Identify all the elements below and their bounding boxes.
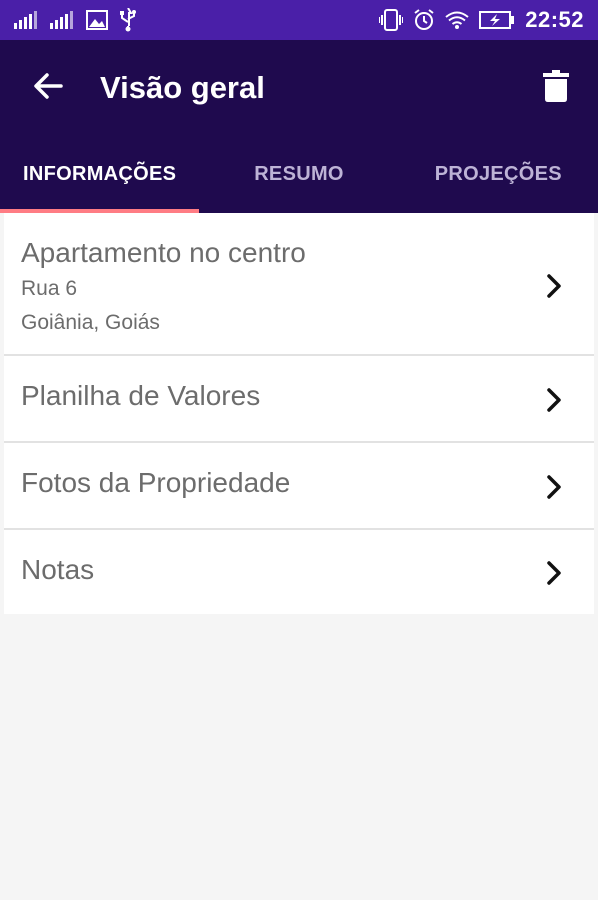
wifi-icon	[445, 11, 469, 29]
chevron-right-icon	[544, 560, 566, 586]
delete-button[interactable]	[536, 66, 576, 110]
status-left	[14, 8, 138, 32]
planilha-title: Planilha de Valores	[21, 380, 261, 411]
tab-projecoes[interactable]: PROJEÇÕES	[399, 135, 598, 213]
chevron-right-icon	[544, 387, 566, 413]
chevron-right-icon	[544, 273, 566, 299]
back-button[interactable]	[28, 68, 68, 108]
signal-icon	[50, 11, 76, 29]
image-icon	[86, 10, 108, 30]
battery-charging-icon	[479, 11, 515, 29]
page-title: Visão geral	[100, 70, 265, 105]
status-bar: 22:52	[0, 0, 598, 40]
list-item-fotos[interactable]: Fotos da Propriedade	[4, 443, 594, 530]
property-city: Goiânia, Goiás	[21, 311, 160, 334]
status-time: 22:52	[525, 7, 584, 32]
status-right: 22:52	[379, 7, 584, 33]
tab-informacoes[interactable]: INFORMAÇÕES	[0, 135, 200, 213]
app-bar: Visão geral	[0, 40, 598, 135]
chevron-right-icon	[544, 474, 566, 500]
notas-title: Notas	[21, 554, 95, 585]
arrow-back-icon	[33, 72, 63, 105]
alarm-icon	[413, 9, 435, 31]
list-item-property[interactable]: Apartamento no centro Rua 6 Goiânia, Goi…	[4, 213, 594, 356]
list-item-planilha[interactable]: Planilha de Valores	[4, 356, 594, 443]
property-street: Rua 6	[21, 277, 78, 300]
tab-bar: INFORMAÇÕES RESUMO PROJEÇÕES	[0, 135, 598, 213]
fotos-title: Fotos da Propriedade	[21, 467, 291, 498]
usb-icon	[118, 8, 138, 32]
property-title: Apartamento no centro	[21, 237, 306, 268]
tab-resumo[interactable]: RESUMO	[199, 135, 398, 213]
vibrate-icon	[379, 9, 404, 31]
trash-icon	[543, 69, 569, 107]
list-item-notas[interactable]: Notas	[4, 530, 594, 614]
signal-icon	[14, 11, 40, 29]
